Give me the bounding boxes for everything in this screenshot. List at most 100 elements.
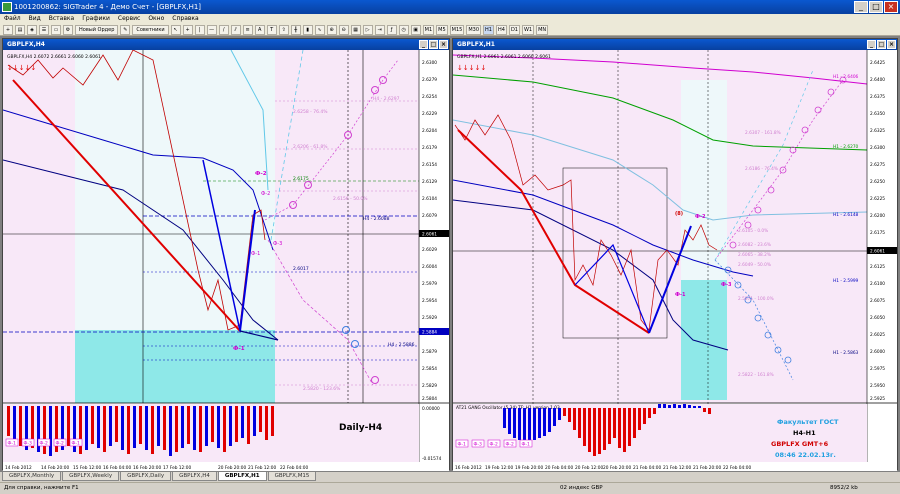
tf-h4[interactable]: H4 xyxy=(495,24,507,35)
svg-text:2.5829: 2.5829 xyxy=(422,383,437,389)
price-chart-h1[interactable]: ↓↓↓↓↓ GBPLFX,H1 2.6061 2.6061 2.6060 2.6… xyxy=(452,50,897,471)
main-toolbar: + ▤ ◈ ☰ ▭ ⚙ Новый Ордер ✎ Советники ↖ + … xyxy=(0,24,900,36)
svg-text:2.6065 - 38.2%: 2.6065 - 38.2% xyxy=(738,252,771,258)
app-title: 1001200862: SIGTrader 4 - Демо Счет - [G… xyxy=(14,3,202,11)
crosshair-icon[interactable]: + xyxy=(182,24,193,35)
arrows-icon[interactable]: ⇧ xyxy=(278,24,289,35)
shift-icon[interactable]: ⇥ xyxy=(374,24,385,35)
indicators-icon[interactable]: ƒ xyxy=(386,24,397,35)
vertical-line-icon[interactable]: | xyxy=(194,24,205,35)
svg-text:21 Feb 12:00: 21 Feb 12:00 xyxy=(663,465,691,471)
chart-background xyxy=(453,50,867,403)
zoom-out-icon[interactable]: ⊖ xyxy=(338,24,349,35)
tab-h4[interactable]: GBPLFX,H4 xyxy=(172,472,217,481)
periods-icon[interactable]: ◷ xyxy=(398,24,409,35)
chart-close-button[interactable]: × xyxy=(439,40,448,49)
tab-h1[interactable]: GBPLFX,H1 xyxy=(217,472,267,481)
chart-minimize-button[interactable]: _ xyxy=(867,40,876,49)
menu-file[interactable]: Файл xyxy=(4,14,21,24)
svg-text:2.6082 - 23.6%: 2.6082 - 23.6% xyxy=(738,242,771,248)
new-chart-icon[interactable]: + xyxy=(3,24,13,35)
navigator-icon[interactable]: ☰ xyxy=(39,24,49,35)
advisors-button[interactable]: Советники xyxy=(132,24,169,35)
svg-text:2.6229: 2.6229 xyxy=(422,111,437,117)
svg-text:2.6029: 2.6029 xyxy=(422,247,437,253)
indicator-level: -0.01574 xyxy=(422,456,442,462)
price-chart-h4[interactable]: ↓↓↓↓↓ GBPLFX,H4 2.6072 2.6661 2.6060 2.6… xyxy=(2,49,449,471)
menu-view[interactable]: Вид xyxy=(29,14,41,24)
fibo-icon[interactable]: ≡ xyxy=(242,24,253,35)
minimize-button[interactable]: _ xyxy=(854,1,868,13)
line-chart-icon[interactable]: ∿ xyxy=(314,24,325,35)
tf-m5[interactable]: M5 xyxy=(436,24,448,35)
fib-label: 2.6206 - 61.8% xyxy=(293,144,328,150)
tab-monthly[interactable]: GBPLFX,Monthly xyxy=(2,472,62,481)
chart-window-h4[interactable]: GBPLFX,H4 _ □ × ↓↓↓↓↓ GBPLFX,H4 2.6072 2… xyxy=(2,38,450,471)
svg-text:2.5975: 2.5975 xyxy=(870,366,885,372)
bar-chart-icon[interactable]: ╫ xyxy=(290,24,301,35)
maximize-button[interactable]: □ xyxy=(869,1,883,13)
svg-text:2.5822 - 161.8%: 2.5822 - 161.8% xyxy=(738,372,774,378)
tab-daily[interactable]: GBPLFX,Daily xyxy=(120,472,172,481)
tf-m15[interactable]: M15 xyxy=(449,24,465,35)
tile-icon[interactable]: ▦ xyxy=(350,24,361,35)
fib-label: 2.6258 - 76.4% xyxy=(293,109,328,115)
chart-minimize-button[interactable]: _ xyxy=(419,40,428,49)
tf-mn[interactable]: MN xyxy=(536,24,549,35)
wave-label: Ф-2 xyxy=(695,214,706,220)
menu-charts[interactable]: Графики xyxy=(82,14,110,24)
trendline-icon[interactable]: / xyxy=(218,24,229,35)
svg-text:2.6375: 2.6375 xyxy=(870,94,885,100)
status-traffic: 8952/2 kb xyxy=(830,485,858,491)
svg-text:2.6300: 2.6300 xyxy=(870,145,885,151)
chart-close-button[interactable]: × xyxy=(887,40,896,49)
chart-maximize-button[interactable]: □ xyxy=(877,40,886,49)
zoom-in-icon[interactable]: ⊕ xyxy=(326,24,337,35)
new-order-button[interactable]: Новый Ордер xyxy=(75,24,119,35)
tf-d1[interactable]: D1 xyxy=(508,24,520,35)
svg-text:2.6104: 2.6104 xyxy=(422,196,437,202)
status-profile: 02 индекс GBP xyxy=(560,485,603,491)
autoscroll-icon[interactable]: ▷ xyxy=(362,24,373,35)
tester-icon[interactable]: ⚙ xyxy=(63,24,73,35)
templates-icon[interactable]: ▣ xyxy=(410,24,421,35)
svg-text:Ф-2: Ф-2 xyxy=(40,441,48,447)
svg-text:16 Feb 2012: 16 Feb 2012 xyxy=(455,465,482,471)
cursor-icon[interactable]: ↖ xyxy=(170,24,181,35)
text-icon[interactable]: A xyxy=(254,24,265,35)
tab-m15[interactable]: GBPLFX,M15 xyxy=(267,472,317,481)
svg-text:2.6300: 2.6300 xyxy=(422,60,437,66)
chart-window-h1[interactable]: GBPLFX,H1 _ □ × ↓↓↓↓↓ GBPLFX,H1 2.6061 2… xyxy=(452,38,898,471)
menu-tools[interactable]: Сервис xyxy=(118,14,140,24)
svg-text:Ф-1: Ф-1 xyxy=(72,441,80,447)
tf-m30[interactable]: M30 xyxy=(466,24,482,35)
app-icon xyxy=(2,2,12,12)
svg-text:2.6400: 2.6400 xyxy=(870,77,885,83)
svg-text:2.6125: 2.6125 xyxy=(870,264,885,270)
horizontal-line-icon[interactable]: — xyxy=(206,24,217,35)
timeframe-caption: Daily-H4 xyxy=(339,423,382,433)
tf-w1[interactable]: W1 xyxy=(521,24,535,35)
channel-icon[interactable]: ⫽ xyxy=(230,24,241,35)
terminal-icon[interactable]: ▭ xyxy=(51,24,61,35)
svg-text:2.6250: 2.6250 xyxy=(870,179,885,185)
menu-window[interactable]: Окно xyxy=(148,14,164,24)
close-button[interactable]: × xyxy=(884,1,898,13)
symbol-caption: GBPLFX GMT+6 xyxy=(771,440,829,448)
tab-weekly[interactable]: GBPLFX,Weekly xyxy=(62,472,120,481)
tf-h1[interactable]: H1 xyxy=(483,24,494,35)
menu-help[interactable]: Справка xyxy=(172,14,198,24)
market-watch-icon[interactable]: ◈ xyxy=(27,24,37,35)
tf-m1[interactable]: M1 xyxy=(422,24,435,35)
fib-label: 2.5820 - 123.6% xyxy=(303,386,341,392)
profiles-icon[interactable]: ▤ xyxy=(15,24,25,35)
svg-text:19 Feb 12:00: 19 Feb 12:00 xyxy=(485,465,513,471)
svg-text:14 Feb 2012: 14 Feb 2012 xyxy=(5,465,32,471)
candles-icon[interactable]: ▮ xyxy=(302,24,313,35)
editor-icon[interactable]: ✎ xyxy=(120,24,131,35)
svg-text:H1 - 2.6406: H1 - 2.6406 xyxy=(833,74,859,80)
label-icon[interactable]: T xyxy=(266,24,277,35)
svg-text:Ф-1: Ф-1 xyxy=(522,442,530,448)
chart-maximize-button[interactable]: □ xyxy=(429,40,438,49)
menu-insert[interactable]: Вставка xyxy=(49,14,74,24)
